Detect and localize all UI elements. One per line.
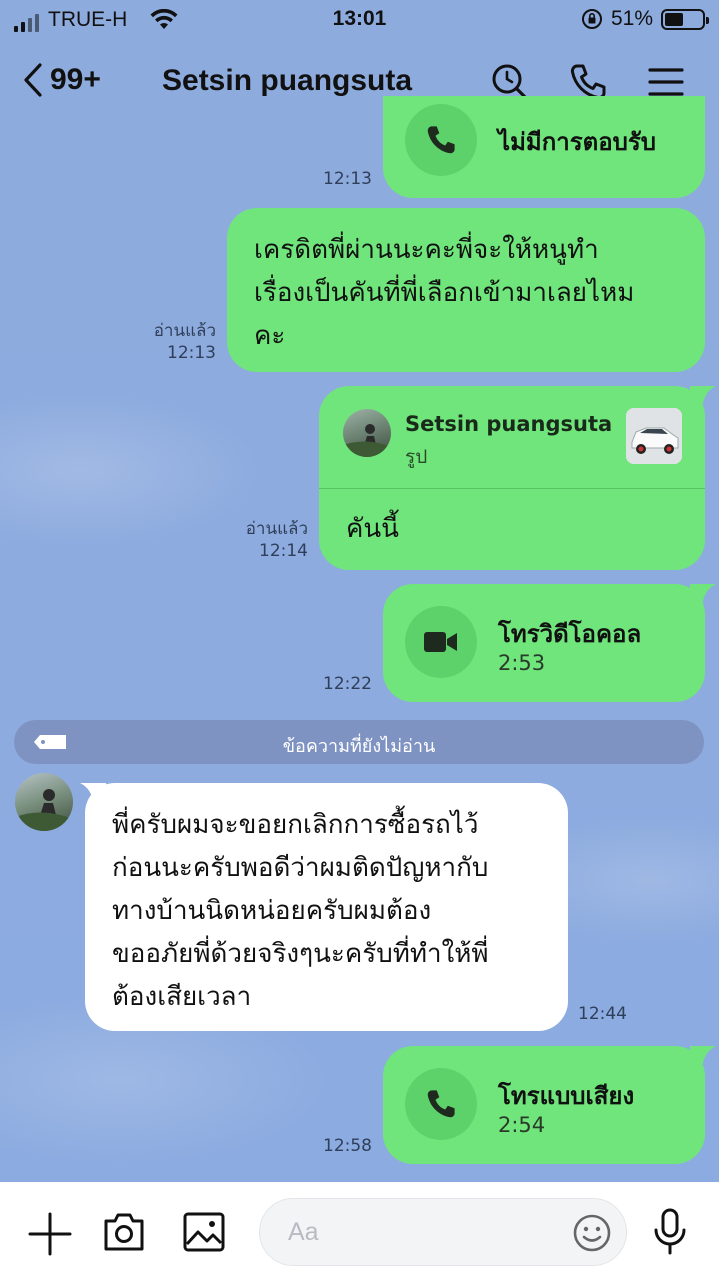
emoji-icon[interactable] [572, 1213, 612, 1253]
microphone-icon[interactable] [652, 1208, 688, 1256]
car-image [626, 408, 682, 464]
call-icon-circle [405, 104, 477, 176]
quoted-photo-thumbnail[interactable] [626, 408, 682, 464]
call-type: โทรแบบเสียง [498, 1082, 635, 1110]
battery-icon [661, 8, 709, 30]
plus-icon[interactable] [28, 1212, 72, 1256]
camera-icon[interactable] [102, 1212, 146, 1252]
quoted-sender: Setsin puangsuta [405, 412, 613, 436]
message-time: 12:22 [323, 674, 372, 694]
message-time: 12:58 [323, 1136, 372, 1156]
message-text: พี่ครับผมจะขอยกเลิกการซื้อรถไว้ ก่อนนะคร… [112, 810, 489, 1012]
call-duration: 2:53 [498, 651, 546, 675]
message-input[interactable]: Aa [259, 1198, 627, 1266]
read-receipt: อ่านแล้ว 12:14 [245, 519, 308, 561]
message-text: เครดิตพี่ผ่านนะคะพี่จะให้หนูทำ เรื่องเป็… [254, 235, 635, 351]
back-chevron-icon [24, 63, 42, 97]
quoted-kind: รูป [405, 446, 428, 468]
read-receipt: อ่านแล้ว 12:13 [153, 321, 216, 363]
back-button[interactable]: 99+ [22, 62, 101, 98]
call-icon-circle [405, 1068, 477, 1140]
phone-icon [427, 126, 455, 154]
message-time: 12:13 [323, 169, 372, 189]
composer-bar: Aa [0, 1182, 719, 1280]
bubble-tail [690, 1046, 716, 1068]
bubble-tail [690, 584, 716, 606]
person-silhouette-icon [15, 789, 73, 831]
status-bar: TRUE-H 13:01 51% [0, 0, 719, 40]
reply-divider [319, 488, 705, 489]
call-status: ไม่มีการตอบรับ [498, 128, 656, 156]
call-type: โทรวิดีโอคอล [498, 620, 642, 648]
battery-percent: 51% [610, 7, 653, 30]
phone-icon [427, 1090, 455, 1118]
orientation-lock-icon [581, 9, 602, 29]
person-silhouette-icon [343, 424, 391, 457]
message-time: 12:44 [578, 1004, 627, 1024]
bubble-tail [690, 386, 716, 408]
contact-avatar[interactable] [15, 773, 73, 831]
video-camera-icon [424, 632, 457, 652]
message-input-placeholder: Aa [288, 1218, 319, 1246]
unread-count: 99+ [50, 63, 101, 96]
contact-name[interactable]: Setsin puangsuta [162, 64, 412, 98]
unread-divider: ข้อความที่ยังไม่อ่าน [14, 720, 704, 764]
unread-divider-label: ข้อความที่ยังไม่อ่าน [282, 736, 436, 757]
image-icon[interactable] [183, 1212, 225, 1252]
message-text: คันนี้ [346, 514, 399, 544]
call-icon-circle [405, 606, 477, 678]
call-duration: 2:54 [498, 1113, 546, 1137]
avatar [343, 409, 391, 457]
